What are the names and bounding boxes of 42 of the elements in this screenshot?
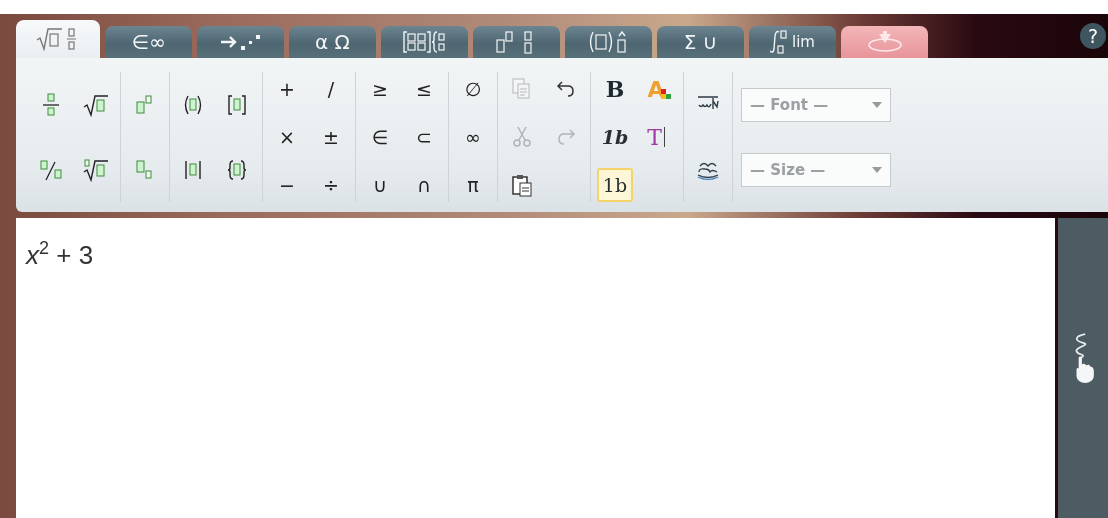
tab[interactable] [16,20,100,58]
symbol-button[interactable]: / [313,72,349,106]
symbol-button[interactable]: ÷ [313,168,349,202]
tab[interactable] [197,26,284,58]
symbol-button[interactable]: ∈ [362,120,398,154]
style-button[interactable]: 1b [597,120,633,154]
formula-text: x$^{2}$ + 3 [26,238,94,271]
style-button[interactable]: T [641,120,677,154]
caret-icon [872,101,882,108]
paste-icon [510,173,534,197]
style-button[interactable]: B [597,72,633,106]
tab[interactable]: α Ω [289,26,376,58]
symbol-button[interactable]: ⊂ [406,120,442,154]
symbol-button[interactable]: × [269,120,305,154]
symbol-button[interactable]: ± [313,120,349,154]
matrix-icon [402,30,447,54]
editor-area[interactable]: x$^{2}$ + 3 [16,218,1058,518]
slash-fraction-icon [39,157,65,182]
tab[interactable] [565,26,652,58]
symbol-button[interactable]: − [269,168,305,202]
tab[interactable]: lim [749,26,836,58]
symbol-button[interactable]: + [269,72,305,106]
tab[interactable] [473,26,560,58]
symbol-button[interactable]: π [455,168,491,202]
tab[interactable]: Σ ∪ [657,26,744,58]
integral-icon [770,30,788,54]
tab[interactable] [381,26,468,58]
help-button[interactable]: ? [1080,23,1106,49]
symbol-button[interactable]: ∩ [406,168,442,202]
symbol-button[interactable]: ∞ [455,120,491,154]
symbol-button[interactable]: ∪ [362,168,398,202]
symbol-button[interactable]: ∅ [455,72,491,106]
symbol-button[interactable]: ≤ [406,72,442,106]
square-root-icon [83,92,109,117]
symbol-button[interactable]: ≥ [362,72,398,106]
style-button[interactable]: 1b [597,168,633,202]
tab-label[interactable]: lim [792,33,815,51]
nth-root-icon [83,157,109,182]
color-squares-icon [660,89,671,99]
caret-icon [872,166,882,173]
tab[interactable]: ∈∞ [105,26,192,58]
scissors-icon [510,125,534,149]
